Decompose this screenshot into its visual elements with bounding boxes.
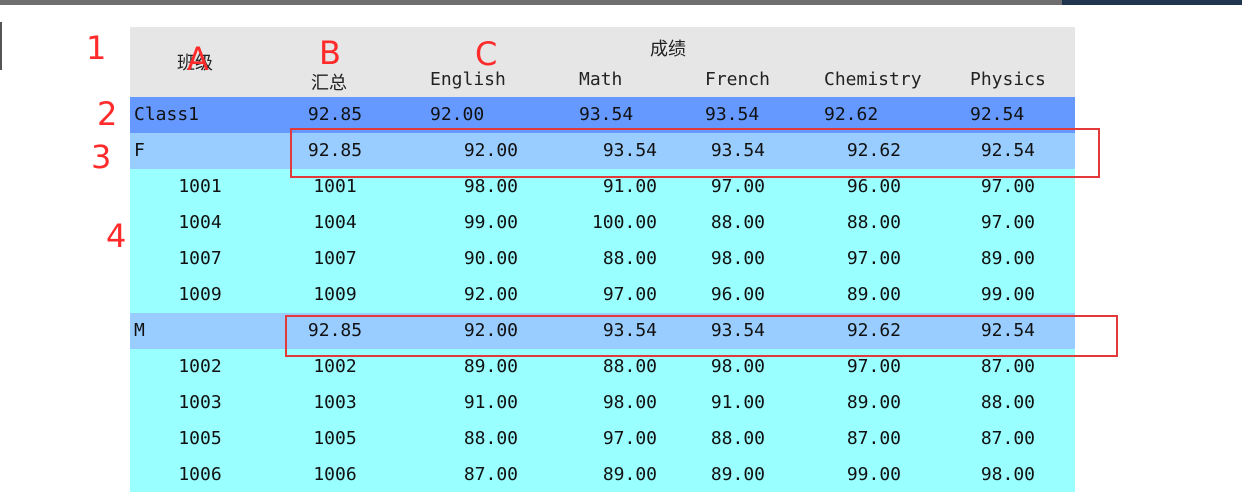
score-cell: 88.00 xyxy=(710,428,765,449)
total-cell: 1005 xyxy=(313,428,357,449)
score-cell: 87.00 xyxy=(463,464,518,485)
annotation-row-3: 3 xyxy=(91,138,112,176)
score-cell: 98.00 xyxy=(710,248,765,269)
score-cell: 97.00 xyxy=(602,284,657,305)
score-cell: 88.00 xyxy=(463,428,518,449)
score-cell: 92.00 xyxy=(463,284,518,305)
student-id-cell: 1001 xyxy=(178,176,222,197)
score-cell: 88.00 xyxy=(980,392,1035,413)
score-cell: 98.00 xyxy=(980,464,1035,485)
student-id-cell: 1007 xyxy=(178,248,222,269)
table-header: 成绩 班级 汇总 English Math French Chemistry P… xyxy=(130,27,1075,97)
header-french: French xyxy=(705,69,771,90)
student-id-cell: 1004 xyxy=(178,212,222,233)
score-cell: 100.00 xyxy=(591,212,657,233)
group-name-cell: F xyxy=(134,140,145,161)
score-cell: 91.00 xyxy=(463,392,518,413)
score-cell: 97.00 xyxy=(602,428,657,449)
score-cell: 87.00 xyxy=(846,428,901,449)
window-top-bar xyxy=(0,0,1242,5)
student-id-cell: 1005 xyxy=(178,428,222,449)
score-cell: 87.00 xyxy=(980,428,1035,449)
highlight-box-group-m xyxy=(285,315,1118,357)
score-cell: 89.00 xyxy=(846,392,901,413)
score-cell: 89.00 xyxy=(602,464,657,485)
score-cell: 98.00 xyxy=(602,392,657,413)
student-row: 1005 1005 88.00 97.00 88.00 87.00 87.00 xyxy=(130,421,1075,457)
total-cell: 1003 xyxy=(313,392,357,413)
header-group-title: 成绩 xyxy=(650,39,686,60)
student-id-cell: 1009 xyxy=(178,284,222,305)
window-top-accent xyxy=(1062,0,1242,5)
header-total-column: 汇总 xyxy=(311,73,347,94)
total-cell: 1007 xyxy=(313,248,357,269)
score-cell: 89.00 xyxy=(846,284,901,305)
student-row: 1006 1006 87.00 89.00 89.00 99.00 98.00 xyxy=(130,457,1075,492)
student-row: 1004 1004 99.00 100.00 88.00 88.00 97.00 xyxy=(130,205,1075,241)
grouped-report-table: 成绩 班级 汇总 English Math French Chemistry P… xyxy=(130,27,1075,492)
annotation-column-c: C xyxy=(475,35,498,73)
student-row: 1009 1009 92.00 97.00 96.00 89.00 99.00 xyxy=(130,277,1075,313)
score-cell: 96.00 xyxy=(710,284,765,305)
total-cell: 1009 xyxy=(313,284,357,305)
score-cell: 88.00 xyxy=(710,212,765,233)
score-cell: 88.00 xyxy=(846,212,901,233)
score-cell: 89.00 xyxy=(980,248,1035,269)
total-cell: 1006 xyxy=(313,464,357,485)
header-chemistry: Chemistry xyxy=(824,69,922,90)
student-id-cell: 1006 xyxy=(178,464,222,485)
student-row: 1003 1003 91.00 98.00 91.00 89.00 88.00 xyxy=(130,385,1075,421)
student-id-cell: 1003 xyxy=(178,392,222,413)
score-cell: 99.00 xyxy=(980,284,1035,305)
total-cell: 1004 xyxy=(313,212,357,233)
annotation-column-a: A xyxy=(187,40,209,78)
student-row: 1007 1007 90.00 88.00 98.00 97.00 89.00 xyxy=(130,241,1075,277)
score-cell: 89.00 xyxy=(710,464,765,485)
score-cell: 97.00 xyxy=(980,212,1035,233)
annotation-row-1: 1 xyxy=(86,29,107,67)
student-id-cell: 1002 xyxy=(178,356,222,377)
annotation-column-b: B xyxy=(319,34,341,72)
header-physics: Physics xyxy=(970,69,1046,90)
class-name-cell: Class1 xyxy=(134,104,200,125)
header-math: Math xyxy=(579,69,623,90)
group-name-cell: M xyxy=(134,320,145,341)
highlight-box-group-f xyxy=(290,128,1100,178)
score-cell: 90.00 xyxy=(463,248,518,269)
score-cell: 97.00 xyxy=(846,248,901,269)
score-cell: 99.00 xyxy=(846,464,901,485)
annotation-row-4: 4 xyxy=(106,217,127,255)
score-cell: 91.00 xyxy=(710,392,765,413)
left-edge-marker xyxy=(0,22,2,70)
annotation-row-2: 2 xyxy=(97,95,118,133)
score-cell: 99.00 xyxy=(463,212,518,233)
score-cell: 88.00 xyxy=(602,248,657,269)
